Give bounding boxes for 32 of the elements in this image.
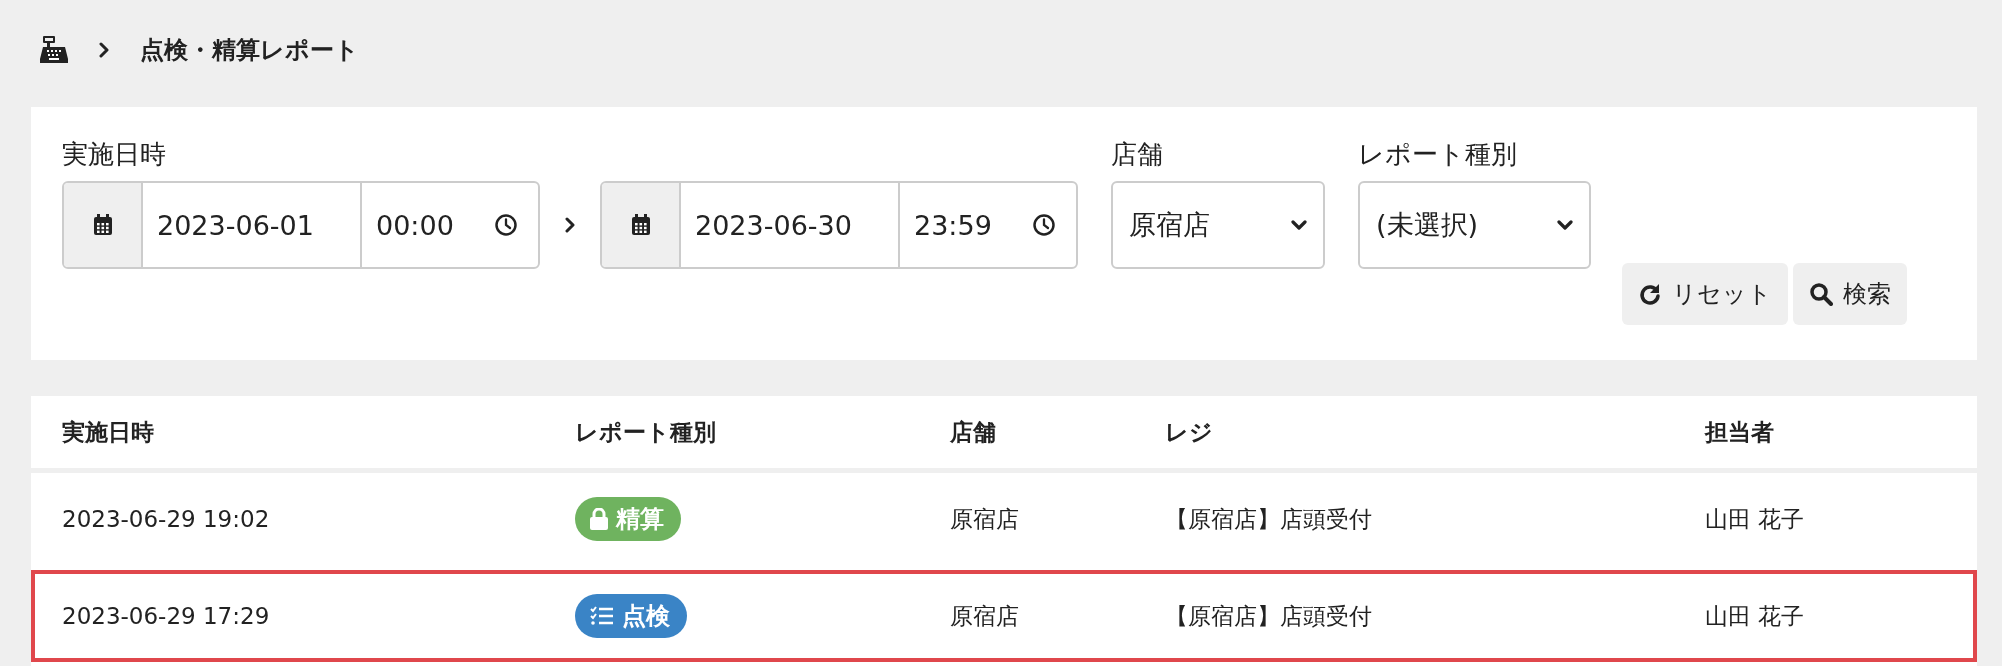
table-cell-text: 原宿店	[950, 601, 1020, 631]
reset-button[interactable]: リセット	[1622, 263, 1788, 325]
lock-icon	[590, 508, 608, 530]
column-header: 店舗	[950, 417, 997, 447]
search-button[interactable]: 検索	[1793, 263, 1907, 325]
caret-icon	[1557, 219, 1573, 231]
table-cell-text: 【原宿店】店頭受付	[1165, 504, 1373, 534]
table-cell-text: 山田 花子	[1705, 601, 1806, 631]
table-cell-text: 2023-06-29 17:29	[62, 603, 271, 629]
field-label: レポート種別	[1358, 138, 1518, 171]
search-icon	[1809, 282, 1833, 306]
cash-register-icon	[40, 36, 68, 64]
table-cell-text: 原宿店	[950, 504, 1020, 534]
table-cell-text: 【原宿店】店頭受付	[1165, 601, 1373, 631]
column-header: レポート種別	[575, 417, 717, 447]
report-type-select[interactable]: (未選択)	[1358, 181, 1591, 269]
table-cell-text: 2023-06-29 19:02	[62, 506, 271, 532]
column-header: 実施日時	[62, 417, 155, 447]
field-label: 店舗	[1111, 138, 1164, 171]
store-select[interactable]: 原宿店	[1111, 181, 1325, 269]
table-cell-text: 山田 花子	[1705, 504, 1806, 534]
caret-icon	[1291, 219, 1307, 231]
page-title: 点検・精算レポート	[140, 35, 359, 66]
column-header: レジ	[1165, 417, 1214, 447]
report-type-badge: 点検	[575, 594, 687, 638]
table-row[interactable]: 2023-06-29 19:02 精算 原宿店 【原宿店】店頭受付 山田 花子	[31, 473, 1977, 565]
refresh-icon	[1638, 282, 1662, 306]
checklist-icon	[590, 606, 614, 626]
column-header: 担当者	[1705, 417, 1775, 447]
report-type-badge: 精算	[575, 497, 681, 541]
highlighted-row[interactable]: 2023-06-29 17:29 点検 原宿店 【原宿店】店頭受付 山田 花子	[31, 570, 1977, 662]
field-label: 実施日時	[62, 138, 167, 171]
